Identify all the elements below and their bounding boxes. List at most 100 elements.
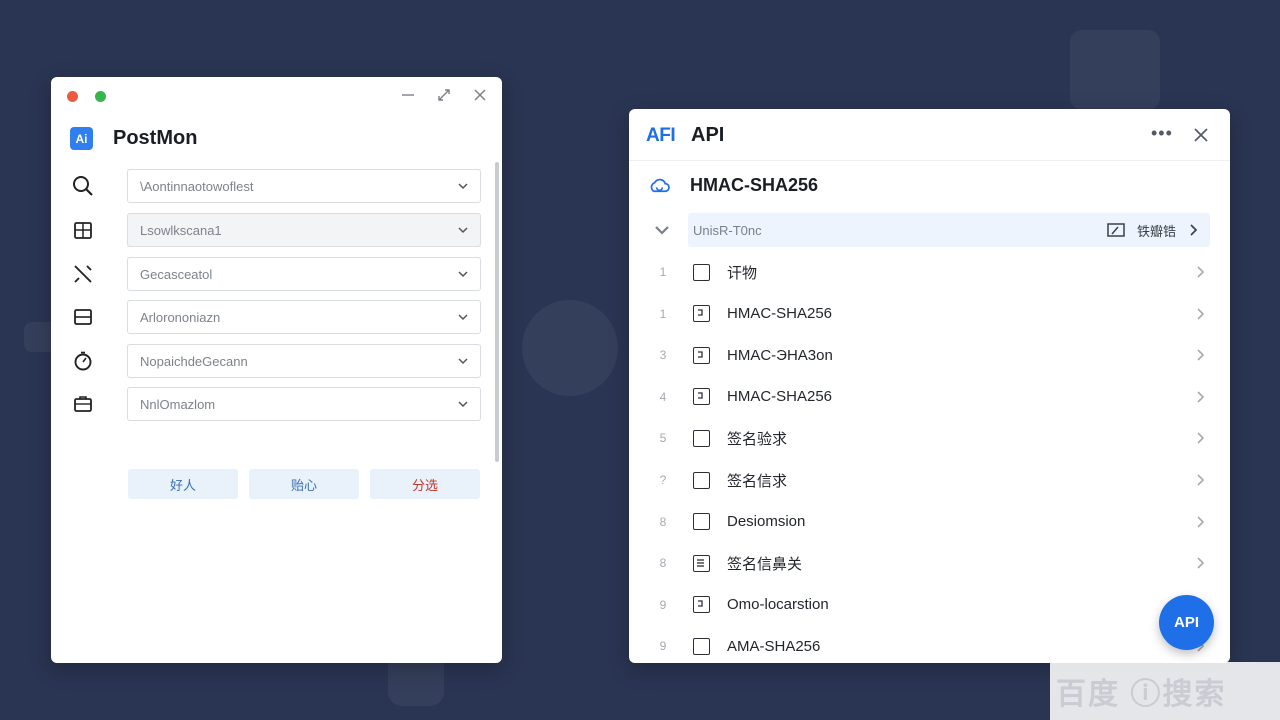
list-item-number: 8 — [659, 514, 667, 529]
chevron-down-icon — [458, 401, 468, 408]
field-select[interactable]: NopaichdeGecann — [127, 344, 481, 378]
field-select[interactable]: NnlOmazlom — [127, 387, 481, 421]
list-item[interactable]: 9 AMA-SHA256 — [629, 626, 1230, 663]
selected-row[interactable]: UnisR-T0nc 铁瓣锆 — [688, 213, 1210, 247]
checkbox-icon[interactable] — [693, 263, 710, 281]
resize-icon[interactable] — [436, 87, 452, 103]
chevron-down-icon — [458, 314, 468, 321]
api-window: AFI API ••• HMAC-SHA256 UnisR-T0nc 铁瓣锆 1… — [629, 109, 1230, 663]
checkbox-icon[interactable] — [693, 513, 710, 531]
api-fab-button[interactable]: API — [1159, 595, 1214, 650]
chevron-right-icon[interactable] — [1195, 348, 1205, 362]
app-brand: Ai PostMon — [70, 127, 197, 150]
list-item-label: 讦物 — [727, 264, 758, 282]
list-item[interactable]: 9 Omo-locarstion — [629, 585, 1230, 625]
list-item[interactable]: ? 签名信求 — [629, 460, 1230, 500]
chevron-down-icon[interactable] — [654, 224, 670, 236]
checkbox-icon[interactable] — [693, 637, 710, 655]
field-row: \Aontinnaotowoflest — [71, 169, 481, 203]
chevron-down-icon — [458, 358, 468, 365]
chevron-down-icon — [458, 227, 468, 234]
field-value: NnlOmazlom — [140, 396, 216, 412]
list-item[interactable]: 5 签名验求 — [629, 418, 1230, 458]
api-logo: AFI — [646, 125, 676, 146]
maximize-window-button[interactable] — [95, 91, 106, 102]
field-value: NopaichdeGecann — [140, 353, 248, 369]
field-row: NopaichdeGecann — [71, 344, 481, 378]
list-item[interactable]: 4 HMAC-SHA256 — [629, 377, 1230, 417]
list-item-number: 9 — [659, 639, 667, 654]
document-icon — [693, 346, 710, 364]
list-item-number: 1 — [659, 265, 667, 279]
window-title: API — [691, 124, 725, 146]
watermark: 百度 ⓘ搜索 — [1050, 662, 1280, 720]
field-select[interactable]: \Aontinnaotowoflest — [127, 169, 481, 203]
chevron-right-icon[interactable] — [1195, 556, 1205, 570]
edit-icon[interactable] — [1107, 223, 1125, 237]
list-item[interactable]: 1 讦物 — [629, 252, 1230, 292]
field-row: NnlOmazlom — [71, 387, 481, 421]
selected-row-label: UnisR-T0nc — [693, 222, 762, 238]
scrollbar[interactable] — [495, 162, 499, 462]
list-item-label: AMA-SHA256 — [727, 637, 821, 655]
chevron-right-icon[interactable] — [1195, 473, 1205, 487]
window-header: AFI API ••• — [629, 109, 1230, 161]
field-row: Lsowlkscana1 — [71, 213, 481, 247]
list-item[interactable]: 8 签名信鼻关 — [629, 543, 1230, 583]
chevron-right-icon[interactable] — [1195, 390, 1205, 404]
list-item-number: 3 — [659, 348, 667, 363]
list-item[interactable]: 3 HMAC-ЭHA3on — [629, 335, 1230, 375]
checkbox-icon[interactable] — [693, 429, 710, 447]
chevron-right-icon[interactable] — [1195, 265, 1205, 279]
chevron-right-icon[interactable] — [1188, 223, 1198, 237]
chevron-down-icon — [458, 271, 468, 278]
list-item-label: 签名信鼻关 — [727, 555, 803, 573]
action-button-3[interactable]: 分选 — [370, 469, 480, 499]
list-item-number: 1 — [659, 306, 667, 321]
checkbox-icon[interactable] — [693, 471, 710, 489]
calendar-icon — [74, 222, 92, 239]
more-options-icon[interactable]: ••• — [1151, 123, 1173, 144]
list-doc-icon — [693, 554, 710, 572]
window-controls — [400, 87, 488, 103]
field-select[interactable]: Arlorononiazn — [127, 300, 481, 334]
list-item-label: Desiomsion — [727, 513, 806, 531]
minimize-icon[interactable] — [400, 87, 416, 103]
section-title: HMAC-SHA256 — [690, 175, 819, 195]
window-traffic-lights — [67, 91, 106, 102]
chevron-right-icon[interactable] — [1195, 431, 1205, 445]
document-icon — [693, 305, 710, 323]
app-logo: Ai — [70, 127, 93, 150]
chevron-right-icon[interactable] — [1195, 307, 1205, 321]
list-item-number: ? — [659, 473, 667, 487]
close-icon[interactable] — [472, 87, 488, 103]
section-header: HMAC-SHA256 — [649, 175, 818, 196]
list-item-label: HMAC-ЭHA3on — [727, 346, 833, 364]
list-item-label: 签名信求 — [727, 472, 788, 490]
list-item-label: HMAC-SHA256 — [727, 305, 833, 323]
cloud-sync-icon — [650, 178, 670, 193]
document-icon — [693, 388, 710, 406]
list-item-number: 9 — [659, 597, 667, 612]
chevron-down-icon — [458, 183, 468, 190]
tools-icon — [74, 265, 92, 283]
chevron-right-icon[interactable] — [1195, 515, 1205, 529]
action-button-1[interactable]: 好人 — [128, 469, 238, 499]
action-button-2[interactable]: 贻心 — [249, 469, 359, 499]
background-decoration — [1070, 30, 1160, 110]
list-item[interactable]: 1 HMAC-SHA256 — [629, 294, 1230, 334]
list-item[interactable]: 8 Desiomsion — [629, 502, 1230, 542]
close-window-button[interactable] — [67, 91, 78, 102]
field-value: Arlorononiazn — [140, 309, 221, 325]
selected-row-action[interactable]: 铁瓣锆 — [1137, 221, 1176, 240]
list-item-label: 签名验求 — [727, 430, 788, 448]
briefcase-icon — [74, 396, 92, 412]
field-value: Gecasceatol — [140, 266, 213, 282]
field-select[interactable]: Gecasceatol — [127, 257, 481, 291]
field-select[interactable]: Lsowlkscana1 — [127, 213, 481, 247]
field-value: \Aontinnaotowoflest — [140, 178, 254, 194]
field-row: Arlorononiazn — [71, 300, 481, 334]
close-icon[interactable] — [1192, 126, 1210, 144]
field-row: Gecasceatol — [71, 257, 481, 291]
timer-icon — [74, 351, 92, 371]
